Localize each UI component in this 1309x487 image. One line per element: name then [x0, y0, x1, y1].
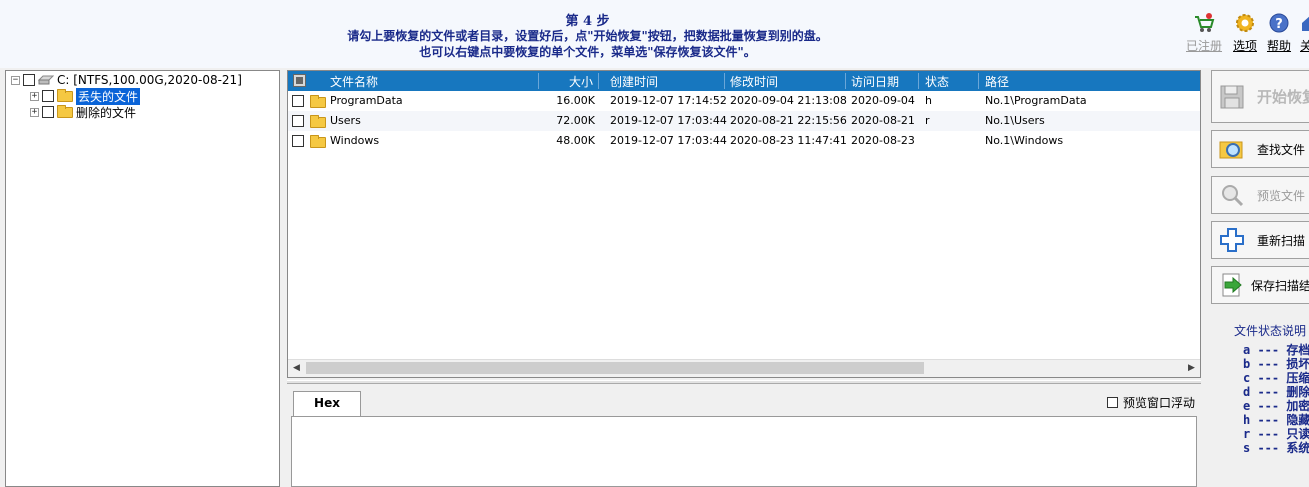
folder-icon: [57, 104, 73, 118]
instruction-line-1: 请勾上要恢复的文件或者目录，设置好后，点"开始恢复"按钮，把数据批量恢复到别的盘…: [347, 29, 828, 43]
column-header-modified[interactable]: 修改时间: [730, 73, 778, 90]
cell-created: 2019-12-07 17:14:52: [610, 94, 727, 107]
expand-icon[interactable]: +: [30, 107, 39, 117]
column-header-name[interactable]: 文件名称: [330, 73, 378, 90]
cell-name: Windows: [330, 134, 380, 147]
cell-size: 16.00K: [556, 94, 595, 107]
cell-created: 2019-12-07 17:03:44: [610, 114, 727, 127]
column-header-accessed[interactable]: 访问日期: [851, 73, 899, 90]
hex-view[interactable]: [291, 416, 1197, 487]
find-file-button[interactable]: 查找文件: [1211, 130, 1309, 168]
tree-item-label: 丢失的文件: [76, 87, 141, 105]
tree-root-label: C: [NTFS,100.00G,2020-08-21]: [57, 73, 242, 87]
cell-accessed: 2020-08-23: [851, 134, 915, 147]
save-scan-result-label: 保存扫描结果: [1251, 278, 1309, 293]
instruction-line-2: 也可以右键点中要恢复的单个文件，菜单选"保存恢复该文件"。: [419, 45, 756, 59]
cell-modified: 2020-08-23 11:47:41: [730, 134, 847, 147]
drive-icon: [38, 75, 54, 85]
start-recovery-label: 开始恢复: [1257, 88, 1309, 106]
cell-status: h: [925, 94, 932, 107]
column-header-size[interactable]: 大小: [569, 73, 593, 90]
cart-icon: [1195, 13, 1215, 32]
preview-file-label: 预览文件: [1257, 188, 1306, 203]
cell-path: No.1\Users: [985, 114, 1045, 127]
file-list-header: 文件名称 大小 创建时间 修改时间 访问日期 状态 路径: [288, 71, 1200, 91]
table-row[interactable]: ProgramData 16.00K 2019-12-07 17:14:52 2…: [288, 91, 1200, 111]
options-label: 选项: [1233, 39, 1258, 53]
magnifier-icon: [1222, 185, 1244, 207]
expand-icon[interactable]: +: [30, 91, 39, 101]
legend-item: s --- 系统: [1243, 441, 1309, 455]
tree-root[interactable]: − C: [NTFS,100.00G,2020-08-21]: [11, 72, 242, 88]
svg-text:?: ?: [1275, 17, 1283, 32]
row-checkbox[interactable]: [292, 95, 304, 107]
cell-size: 48.00K: [556, 134, 595, 147]
column-header-status[interactable]: 状态: [925, 73, 949, 90]
float-preview-toggle[interactable]: 预览窗口浮动: [1106, 394, 1195, 411]
rescan-button[interactable]: 重新扫描: [1211, 221, 1309, 259]
help-icon: ?: [1269, 13, 1289, 33]
folder-icon: [310, 95, 326, 108]
tree-root-checkbox[interactable]: [23, 74, 35, 86]
horizontal-scrollbar[interactable]: ◀ ▶: [288, 359, 1200, 377]
column-header-created[interactable]: 创建时间: [610, 73, 658, 90]
panel-splitter[interactable]: [287, 380, 1201, 384]
folder-icon: [57, 88, 73, 102]
status-legend-title: 文件状态说明: [1234, 324, 1307, 338]
cell-accessed: 2020-09-04: [851, 94, 915, 107]
tree-item-checkbox[interactable]: [42, 90, 54, 102]
cell-created: 2019-12-07 17:03:44: [610, 134, 727, 147]
cell-path: No.1\Windows: [985, 134, 1064, 147]
search-folder-icon: [1219, 141, 1243, 159]
find-file-label: 查找文件: [1257, 142, 1306, 157]
instruction-header: 第 4 步 请勾上要恢复的文件或者目录，设置好后，点"开始恢复"按钮，把数据批量…: [0, 0, 1309, 68]
scrollbar-thumb[interactable]: [306, 362, 924, 374]
collapse-icon[interactable]: −: [11, 75, 20, 85]
save-disk-icon: [1220, 85, 1244, 108]
help-label: 帮助: [1267, 39, 1292, 53]
cell-name: ProgramData: [330, 94, 403, 107]
about-button[interactable]: 关: [1300, 12, 1309, 54]
scroll-left-icon[interactable]: ◀: [288, 360, 305, 377]
column-header-path[interactable]: 路径: [985, 73, 1009, 90]
row-checkbox[interactable]: [292, 115, 304, 127]
registered-label: 已注册: [1186, 39, 1223, 53]
folder-icon: [310, 135, 326, 148]
gear-icon: [1236, 14, 1254, 32]
scroll-right-icon[interactable]: ▶: [1183, 360, 1200, 377]
registered-button[interactable]: 已注册: [1186, 12, 1222, 54]
tree-item-deleted-files[interactable]: + 删除的文件: [30, 104, 136, 120]
tree-item-label: 删除的文件: [76, 105, 137, 120]
cell-path: No.1\ProgramData: [985, 94, 1087, 107]
select-all-icon[interactable]: [293, 74, 306, 87]
float-preview-checkbox[interactable]: [1106, 397, 1118, 408]
rescan-label: 重新扫描: [1257, 233, 1306, 248]
table-row[interactable]: Windows 48.00K 2019-12-07 17:03:44 2020-…: [288, 131, 1200, 151]
directory-tree[interactable]: − C: [NTFS,100.00G,2020-08-21] + 丢失的文件 +…: [5, 70, 280, 487]
help-button[interactable]: ? 帮助: [1267, 12, 1291, 54]
cell-name: Users: [330, 114, 361, 127]
save-scan-result-button[interactable]: 保存扫描结果: [1211, 266, 1309, 304]
folder-icon: [310, 115, 326, 128]
cell-modified: 2020-08-21 22:15:56: [730, 114, 847, 127]
plus-icon: [1220, 228, 1244, 252]
start-recovery-button[interactable]: 开始恢复: [1211, 70, 1309, 123]
cell-accessed: 2020-08-21: [851, 114, 915, 127]
hex-panel: Hex 预览窗口浮动: [287, 386, 1201, 487]
home-icon: [1301, 16, 1309, 31]
row-checkbox[interactable]: [292, 135, 304, 147]
table-row[interactable]: Users 72.00K 2019-12-07 17:03:44 2020-08…: [288, 111, 1200, 131]
export-document-icon: [1222, 273, 1242, 297]
cell-status: r: [925, 114, 930, 127]
options-button[interactable]: 选项: [1233, 12, 1257, 54]
cell-size: 72.00K: [556, 114, 595, 127]
tree-item-lost-files[interactable]: + 丢失的文件: [30, 87, 141, 105]
file-list[interactable]: 文件名称 大小 创建时间 修改时间 访问日期 状态 路径 ProgramData…: [287, 70, 1201, 378]
float-preview-label: 预览窗口浮动: [1122, 396, 1195, 410]
tree-item-checkbox[interactable]: [42, 106, 54, 118]
about-label: 关: [1300, 39, 1309, 53]
cell-modified: 2020-09-04 21:13:08: [730, 94, 847, 107]
tab-hex[interactable]: Hex: [293, 391, 361, 416]
preview-file-button[interactable]: 预览文件: [1211, 176, 1309, 214]
